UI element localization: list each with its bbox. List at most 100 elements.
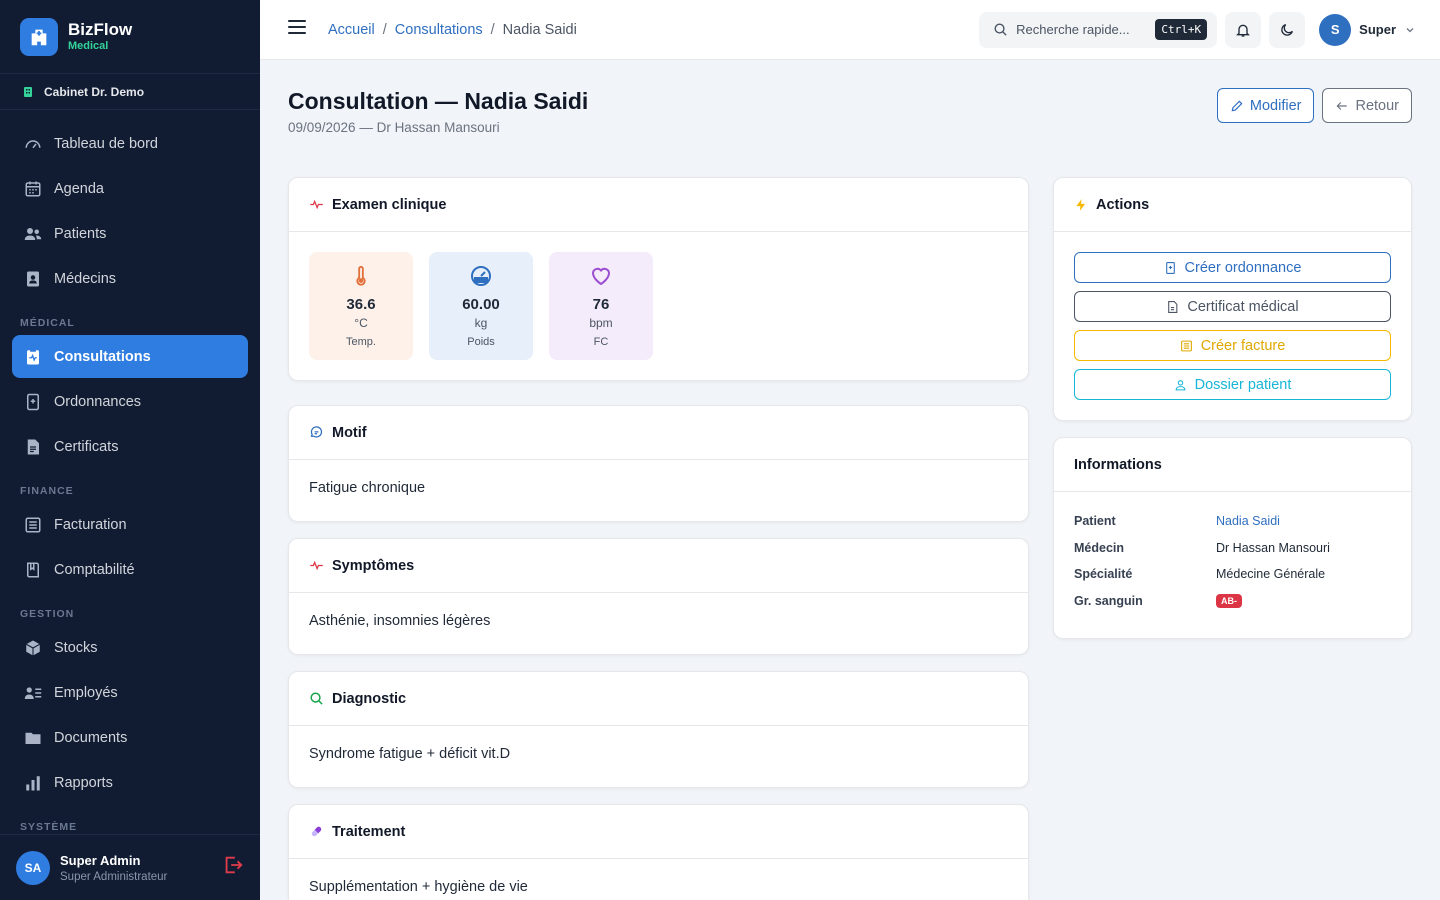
edit-button[interactable]: Modifier bbox=[1216, 88, 1315, 123]
lightning-icon bbox=[1076, 198, 1086, 211]
info-row-blood-group: Gr. sanguin AB- bbox=[1074, 588, 1391, 615]
sidebar-item-ordonnances[interactable]: Ordonnances bbox=[12, 380, 248, 423]
info-label: Patient bbox=[1074, 514, 1116, 529]
sidebar-item-label: Comptabilité bbox=[54, 561, 135, 578]
sidebar-item-label: Consultations bbox=[54, 348, 151, 365]
vital-weight: 60.00 kg Poids bbox=[429, 252, 533, 360]
info-label: Gr. sanguin bbox=[1074, 593, 1143, 608]
speedometer-icon bbox=[471, 266, 491, 286]
patient-file-button[interactable]: Dossier patient bbox=[1074, 369, 1391, 400]
vital-temperature: 36.6 °C Temp. bbox=[309, 252, 413, 360]
sidebar-item-label: Rapports bbox=[54, 774, 113, 791]
box-icon bbox=[25, 640, 41, 655]
sidebar-item-facturation[interactable]: Facturation bbox=[12, 503, 248, 546]
medical-certificate-button[interactable]: Certificat médical bbox=[1074, 291, 1391, 322]
nav-section-gestion: GESTION bbox=[20, 608, 75, 620]
clinic-name: Cabinet Dr. Demo bbox=[44, 84, 145, 99]
button-label: Créer facture bbox=[1200, 337, 1286, 354]
card-header: Examen clinique bbox=[289, 178, 1028, 232]
vital-heart-rate: 76 bpm FC bbox=[549, 252, 653, 360]
breadcrumb-current: Nadia Saidi bbox=[502, 21, 577, 38]
search-icon bbox=[310, 692, 323, 705]
info-row-patient: Patient Nadia Saidi bbox=[1074, 508, 1391, 535]
card-header: Motif bbox=[289, 406, 1028, 460]
back-button[interactable]: Retour bbox=[1322, 88, 1412, 123]
brand[interactable]: BizFlow Medical bbox=[0, 0, 260, 74]
search-icon bbox=[994, 23, 1007, 36]
sidebar-item-certificats[interactable]: Certificats bbox=[12, 425, 248, 468]
clinic-selector[interactable]: Cabinet Dr. Demo bbox=[0, 74, 260, 110]
sidebar-item-tableau-de-bord[interactable]: Tableau de bord bbox=[12, 122, 248, 165]
thermometer-icon bbox=[356, 265, 366, 286]
people-icon bbox=[24, 227, 42, 240]
arrow-left-icon bbox=[1336, 101, 1348, 110]
sidebar-item-patients[interactable]: Patients bbox=[12, 212, 248, 255]
sidebar-item-label: Ordonnances bbox=[54, 393, 142, 410]
sidebar-item-label: Tableau de bord bbox=[54, 135, 158, 152]
sidebar-item-stocks[interactable]: Stocks bbox=[12, 626, 248, 669]
notifications-button[interactable] bbox=[1225, 11, 1262, 48]
sidebar-nav: Tableau de bord Agenda Patients Médecins… bbox=[0, 110, 260, 839]
card-title: Traitement bbox=[332, 823, 406, 840]
pulse-icon bbox=[310, 199, 323, 210]
sidebar-item-employes[interactable]: Employés bbox=[12, 671, 248, 714]
sidebar-item-documents[interactable]: Documents bbox=[12, 716, 248, 759]
hamburger-icon bbox=[288, 20, 306, 34]
sidebar-item-medecins[interactable]: Médecins bbox=[12, 257, 248, 300]
card-title: Symptômes bbox=[332, 557, 415, 574]
person-icon bbox=[1175, 379, 1186, 390]
button-label: Dossier patient bbox=[1194, 376, 1292, 393]
heart-icon bbox=[591, 267, 611, 286]
document-icon bbox=[1168, 300, 1178, 313]
info-value: Dr Hassan Mansouri bbox=[1216, 540, 1330, 555]
breadcrumb-consultations-link[interactable]: Consultations bbox=[395, 22, 483, 38]
sidebar: BizFlow Medical Cabinet Dr. Demo Tableau… bbox=[0, 0, 260, 900]
brand-sub: Medical bbox=[68, 40, 109, 52]
sidebar-user: SA Super Admin Super Administrateur bbox=[0, 834, 260, 900]
vital-unit: °C bbox=[354, 316, 368, 330]
bell-icon bbox=[1236, 24, 1251, 37]
breadcrumb-home-link[interactable]: Accueil bbox=[328, 22, 375, 38]
search-shortcut: Ctrl+K bbox=[1155, 19, 1208, 40]
button-label: Créer ordonnance bbox=[1184, 259, 1302, 276]
sidebar-item-label: Agenda bbox=[54, 180, 104, 197]
topbar: Accueil / Consultations / Nadia Saidi Re… bbox=[260, 0, 1440, 60]
pulse-icon bbox=[310, 560, 323, 571]
create-prescription-button[interactable]: Créer ordonnance bbox=[1074, 252, 1391, 283]
hospital-logo-icon bbox=[20, 17, 58, 56]
quick-search-input[interactable]: Recherche rapide... Ctrl+K bbox=[979, 11, 1218, 48]
sidebar-item-rapports[interactable]: Rapports bbox=[12, 761, 248, 804]
theme-toggle-button[interactable] bbox=[1269, 11, 1306, 48]
user-menu[interactable]: S Super bbox=[1319, 13, 1416, 46]
brand-name: BizFlow bbox=[68, 20, 133, 39]
search-placeholder: Recherche rapide... bbox=[1016, 22, 1130, 37]
create-invoice-button[interactable]: Créer facture bbox=[1074, 330, 1391, 361]
logout-icon bbox=[225, 856, 243, 874]
logout-button[interactable] bbox=[222, 854, 244, 881]
sidebar-item-comptabilite[interactable]: Comptabilité bbox=[12, 548, 248, 591]
sidebar-item-agenda[interactable]: Agenda bbox=[12, 167, 248, 210]
vital-value: 36.6 bbox=[346, 296, 376, 313]
motif-text: Fatigue chronique bbox=[309, 480, 426, 496]
card-header: Diagnostic bbox=[289, 672, 1028, 726]
card-title: Diagnostic bbox=[332, 690, 407, 707]
avatar: SA bbox=[16, 850, 50, 885]
menu-toggle-button[interactable] bbox=[288, 19, 306, 40]
sidebar-user-role: Super Administrateur bbox=[60, 870, 168, 883]
sidebar-item-label: Certificats bbox=[54, 438, 119, 455]
info-label: Médecin bbox=[1074, 540, 1125, 555]
page-subtitle: 09/09/2026 — Dr Hassan Mansouri bbox=[288, 120, 500, 135]
card-title: Motif bbox=[332, 424, 367, 441]
breadcrumb-separator: / bbox=[382, 21, 387, 38]
page-title: Consultation — Nadia Saidi bbox=[288, 88, 589, 114]
prescription-icon bbox=[27, 393, 39, 410]
nav-section-finance: FINANCE bbox=[20, 485, 74, 497]
info-row-specialite: Spécialité Médecine Générale bbox=[1074, 561, 1391, 588]
patient-link[interactable]: Nadia Saidi bbox=[1216, 514, 1280, 528]
sidebar-item-consultations[interactable]: Consultations bbox=[12, 335, 248, 378]
motif-card: Motif Fatigue chronique bbox=[288, 405, 1029, 522]
card-header: Informations bbox=[1054, 438, 1411, 492]
building-icon bbox=[24, 86, 32, 97]
speedometer-icon bbox=[25, 139, 41, 148]
sidebar-item-label: Documents bbox=[54, 729, 128, 746]
